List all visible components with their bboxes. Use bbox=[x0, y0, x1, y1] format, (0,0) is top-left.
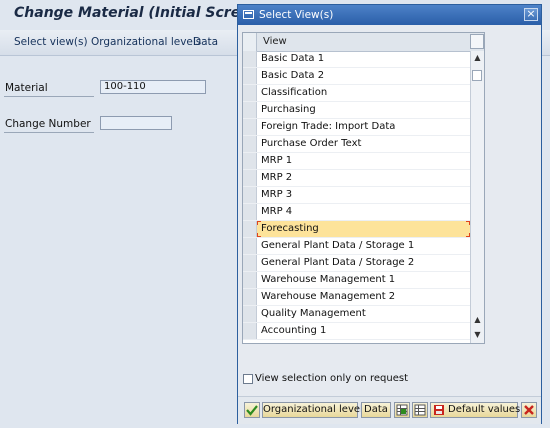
view-selection-checkbox[interactable] bbox=[243, 374, 253, 384]
deselect-all-button[interactable] bbox=[412, 402, 428, 418]
save-icon bbox=[434, 405, 444, 415]
scroll-up-icon[interactable]: ▲ bbox=[471, 52, 484, 64]
row-label: Foreign Trade: Import Data bbox=[261, 121, 396, 132]
scroll-up-bottom-icon[interactable]: ▲ bbox=[471, 314, 484, 326]
row-selector[interactable] bbox=[243, 187, 257, 203]
row-selector[interactable] bbox=[243, 221, 257, 237]
view-selection-label: View selection only on request bbox=[255, 373, 409, 384]
row-label: MRP 1 bbox=[261, 155, 293, 166]
row-label: Accounting 1 bbox=[261, 325, 327, 336]
table-row[interactable]: MRP 4 bbox=[243, 204, 470, 221]
row-label: MRP 2 bbox=[261, 172, 293, 183]
views-table: View Basic Data 1 Basic Data 2 Classificat… bbox=[242, 32, 485, 344]
row-selector[interactable] bbox=[243, 68, 257, 84]
row-label: Warehouse Management 2 bbox=[261, 291, 396, 302]
row-label: Warehouse Management 1 bbox=[261, 274, 396, 285]
row-selector[interactable] bbox=[243, 238, 257, 254]
row-label: Quality Management bbox=[261, 308, 366, 319]
row-label: Purchase Order Text bbox=[261, 138, 362, 149]
table-row[interactable]: Accounting 1 bbox=[243, 323, 470, 340]
deselect-all-icon bbox=[414, 404, 426, 416]
row-label: General Plant Data / Storage 2 bbox=[261, 257, 415, 268]
row-selector[interactable] bbox=[243, 289, 257, 305]
continue-button[interactable] bbox=[244, 402, 260, 418]
row-selector[interactable] bbox=[243, 119, 257, 135]
row-selector[interactable] bbox=[243, 255, 257, 271]
change-number-label: Change Number bbox=[5, 118, 91, 130]
table-row[interactable]: Purchasing bbox=[243, 102, 470, 119]
row-selector[interactable] bbox=[243, 170, 257, 186]
row-selector[interactable] bbox=[243, 204, 257, 220]
row-label: MRP 4 bbox=[261, 206, 293, 217]
cancel-icon bbox=[524, 405, 534, 415]
data-button[interactable]: Data bbox=[361, 402, 391, 418]
page-title: Change Material (Initial Screen) bbox=[14, 5, 267, 21]
dialog-button-bar: Organizational levels Data Default value… bbox=[238, 396, 541, 424]
focus-corner bbox=[257, 233, 261, 237]
table-row[interactable]: Quality Management bbox=[243, 306, 470, 323]
row-label: Classification bbox=[261, 87, 328, 98]
table-row[interactable]: Forecasting bbox=[243, 221, 470, 238]
table-scrollbar[interactable]: ▲ ▲ ▼ bbox=[470, 51, 484, 343]
row-selector[interactable] bbox=[243, 153, 257, 169]
row-selector[interactable] bbox=[243, 272, 257, 288]
row-selector[interactable] bbox=[243, 306, 257, 322]
default-values-label: Default values bbox=[448, 404, 521, 415]
table-row[interactable]: MRP 1 bbox=[243, 153, 470, 170]
row-label: MRP 3 bbox=[261, 189, 293, 200]
table-row[interactable]: Purchase Order Text bbox=[243, 136, 470, 153]
dialog-title-bar: Select View(s) × bbox=[238, 5, 541, 25]
select-all-corner[interactable] bbox=[243, 33, 257, 51]
table-header: View bbox=[243, 33, 484, 52]
select-all-icon bbox=[396, 404, 408, 416]
row-label: General Plant Data / Storage 1 bbox=[261, 240, 415, 251]
focus-corner bbox=[257, 221, 261, 225]
default-values-button[interactable]: Default values bbox=[430, 402, 521, 418]
change-number-input[interactable] bbox=[100, 116, 172, 130]
column-settings-button[interactable] bbox=[470, 34, 484, 49]
row-label: Basic Data 1 bbox=[261, 53, 325, 64]
table-row[interactable]: General Plant Data / Storage 2 bbox=[243, 255, 470, 272]
table-row[interactable]: Basic Data 2 bbox=[243, 68, 470, 85]
select-views-dialog: Select View(s) × View Basic Data 1 Basic … bbox=[237, 4, 542, 424]
row-selector[interactable] bbox=[243, 323, 257, 339]
table-row[interactable]: Warehouse Management 2 bbox=[243, 289, 470, 306]
scroll-thumb[interactable] bbox=[472, 70, 482, 81]
table-row[interactable]: MRP 2 bbox=[243, 170, 470, 187]
material-label: Material bbox=[5, 82, 48, 94]
table-row[interactable]: Foreign Trade: Import Data bbox=[243, 119, 470, 136]
material-input[interactable]: 100-110 bbox=[100, 80, 206, 94]
window-icon bbox=[243, 10, 254, 19]
column-header-view: View bbox=[263, 36, 287, 47]
material-label-underline bbox=[4, 96, 94, 97]
row-selector[interactable] bbox=[243, 51, 257, 67]
row-selector[interactable] bbox=[243, 136, 257, 152]
close-icon[interactable]: × bbox=[524, 8, 538, 21]
scroll-down-icon[interactable]: ▼ bbox=[471, 329, 484, 341]
organizational-levels-menu[interactable]: Organizational levels bbox=[91, 36, 201, 48]
row-selector[interactable] bbox=[243, 85, 257, 101]
table-row[interactable]: Warehouse Management 1 bbox=[243, 272, 470, 289]
data-menu[interactable]: Data bbox=[193, 36, 218, 48]
cancel-button[interactable] bbox=[521, 402, 537, 418]
change-number-label-underline bbox=[4, 132, 94, 133]
dialog-title: Select View(s) bbox=[259, 9, 334, 21]
row-label: Purchasing bbox=[261, 104, 316, 115]
row-label: Forecasting bbox=[261, 223, 319, 234]
table-row[interactable]: Basic Data 1 bbox=[243, 51, 470, 68]
table-row[interactable]: Classification bbox=[243, 85, 470, 102]
row-selector[interactable] bbox=[243, 102, 257, 118]
select-views-menu[interactable]: Select view(s) bbox=[14, 36, 88, 48]
select-all-button[interactable] bbox=[394, 402, 410, 418]
table-row[interactable]: MRP 3 bbox=[243, 187, 470, 204]
table-row[interactable]: General Plant Data / Storage 1 bbox=[243, 238, 470, 255]
checkmark-icon bbox=[246, 405, 258, 416]
organizational-levels-button[interactable]: Organizational levels bbox=[262, 402, 368, 418]
row-label: Basic Data 2 bbox=[261, 70, 325, 81]
